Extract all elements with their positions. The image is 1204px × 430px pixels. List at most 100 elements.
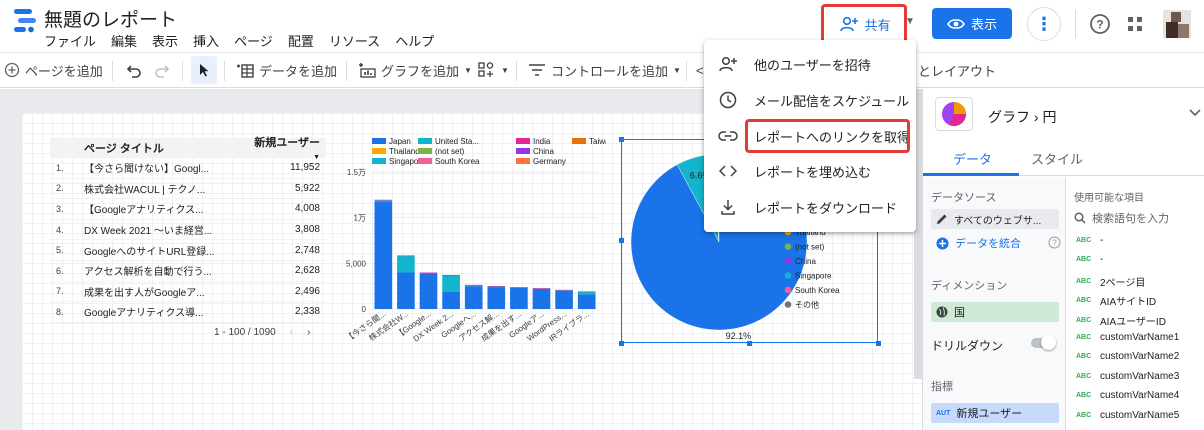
- table-row[interactable]: 7. 成果を出す人がGoogleア... 2,496: [50, 282, 326, 303]
- more-options-icon[interactable]: ⋮: [1027, 7, 1061, 41]
- bar-segment[interactable]: [374, 199, 393, 201]
- report-title[interactable]: 無題のレポート: [44, 5, 177, 32]
- menu-view[interactable]: 表示: [152, 31, 178, 50]
- table-row[interactable]: 8. Googleアナリティクス導... 2,338: [50, 302, 326, 323]
- stacked-bar-chart[interactable]: Japan United Sta... India Taiwan Thailand (no…: [336, 134, 606, 344]
- available-field-item[interactable]: ABC 2ページ目: [1076, 274, 1145, 289]
- bar-segment[interactable]: [510, 287, 528, 309]
- panel-collapse-icon[interactable]: [1189, 105, 1201, 120]
- table-row[interactable]: 3. 【Googleアナリティクス... 4,008: [50, 199, 326, 220]
- undo-button[interactable]: [126, 53, 142, 87]
- field-name: -: [1100, 235, 1104, 246]
- menu-page[interactable]: ページ: [234, 31, 273, 50]
- drilldown-toggle[interactable]: [1031, 335, 1056, 350]
- share-dropdown-arrow-icon[interactable]: ▼: [905, 16, 915, 27]
- bar-segment[interactable]: [374, 201, 393, 309]
- field-search-input[interactable]: 検索語句を入力: [1074, 207, 1202, 229]
- row-page-title: DX Week 2021 〜いま経営...: [84, 226, 213, 238]
- y-tick-label: 5,000: [346, 259, 367, 268]
- bar-segment[interactable]: [464, 284, 483, 286]
- available-field-item[interactable]: ABC customVarName3: [1076, 371, 1179, 382]
- bar-segment[interactable]: [397, 272, 415, 309]
- bar-segment[interactable]: [419, 272, 438, 274]
- bar-segment[interactable]: [555, 289, 573, 291]
- menu-invite-users[interactable]: 他のユーザーを招待: [704, 47, 916, 81]
- select-tool-button[interactable]: [191, 56, 217, 84]
- available-field-item[interactable]: ABC AIAユーザーID: [1076, 313, 1166, 328]
- menu-insert[interactable]: 挿入: [193, 31, 219, 50]
- menu-resource[interactable]: リソース: [329, 31, 380, 50]
- code-embed-toolbar-button[interactable]: <: [696, 53, 704, 87]
- bar-segment[interactable]: [374, 200, 393, 202]
- data-source-label: データソース: [931, 192, 997, 204]
- bar-segment[interactable]: [442, 274, 460, 276]
- legend-dot: [784, 243, 792, 250]
- menu-arrange[interactable]: 配置: [288, 31, 314, 50]
- app-root: 無題のレポート ファイル 編集 表示 挿入 ページ 配置 リソース ヘルプ 共有…: [0, 0, 1204, 430]
- available-field-item[interactable]: ABC customVarName5: [1076, 410, 1179, 421]
- tab-style[interactable]: スタイル: [1031, 140, 1083, 176]
- metric-chip[interactable]: AUT 新規ユーザー: [931, 403, 1059, 423]
- bar-segment[interactable]: [555, 290, 573, 309]
- legend-label: Thailand: [389, 147, 420, 156]
- menu-schedule-email[interactable]: メール配信をスケジュール: [704, 83, 916, 117]
- available-field-item[interactable]: ABC customVarName1: [1076, 332, 1179, 343]
- bar-segment[interactable]: [532, 288, 551, 309]
- table-row[interactable]: 4. DX Week 2021 〜いま経営... 3,808: [50, 220, 326, 241]
- apps-grid-icon[interactable]: [1127, 16, 1143, 32]
- bar-segment[interactable]: [532, 288, 551, 289]
- pagination-next-icon[interactable]: ›: [307, 327, 310, 338]
- table-row[interactable]: 2. 株式会社WACUL | テクノ... 5,922: [50, 179, 326, 200]
- bar-segment[interactable]: [442, 275, 460, 292]
- tab-data[interactable]: データ: [953, 140, 992, 176]
- row-page-title: GoogleへのサイトURL登録...: [84, 246, 215, 258]
- redo-button[interactable]: [154, 53, 170, 87]
- view-button[interactable]: 表示: [932, 8, 1012, 39]
- bar-segment[interactable]: [487, 285, 506, 287]
- dimension-chip[interactable]: 国: [931, 302, 1059, 322]
- blend-data-button[interactable]: データを統合: [931, 233, 1059, 253]
- menu-help[interactable]: ヘルプ: [395, 31, 434, 50]
- table-col-new-users[interactable]: 新規ユーザー ▼: [254, 134, 324, 162]
- add-page-button[interactable]: ページを追加: [4, 53, 103, 87]
- bar-segment[interactable]: [397, 256, 415, 273]
- available-field-item[interactable]: ABC customVarName4: [1076, 390, 1179, 401]
- bar-segment[interactable]: [419, 273, 438, 309]
- legend-swatch: [372, 158, 386, 164]
- theme-layout-button[interactable]: とレイアウト: [918, 53, 996, 87]
- legend-label: Germany: [533, 157, 566, 166]
- menu-edit[interactable]: 編集: [111, 31, 137, 50]
- bar-segment[interactable]: [487, 287, 506, 309]
- bar-segment[interactable]: [577, 294, 596, 309]
- pagination-prev-icon[interactable]: ‹: [290, 327, 293, 338]
- available-field-item[interactable]: ABC -: [1076, 254, 1103, 265]
- available-field-item[interactable]: ABC AIAサイトID: [1076, 293, 1156, 308]
- drilldown-label: ドリルダウン: [931, 339, 1004, 353]
- bar-segment[interactable]: [464, 286, 483, 309]
- available-field-item[interactable]: ABC customVarName2: [1076, 351, 1179, 362]
- data-source-chip[interactable]: すべてのウェブサ...: [931, 209, 1059, 229]
- add-chart-label: グラフを追加: [381, 63, 460, 79]
- bar-segment[interactable]: [442, 291, 460, 309]
- chart-type-picker[interactable]: [935, 97, 973, 131]
- add-chart-button[interactable]: グラフを追加 ▼: [358, 53, 472, 87]
- available-field-item[interactable]: ABC -: [1076, 235, 1103, 246]
- table-row[interactable]: 5. GoogleへのサイトURL登録... 2,748: [50, 240, 326, 261]
- table-header: ページ タイトル 新規ユーザー ▼: [50, 137, 326, 161]
- avatar[interactable]: [1163, 10, 1191, 38]
- table-col-page-title[interactable]: ページ タイトル: [84, 140, 254, 156]
- help-icon[interactable]: ?: [1048, 236, 1061, 249]
- add-data-button[interactable]: データを追加: [236, 53, 337, 87]
- community-viz-button[interactable]: ▼: [478, 53, 509, 87]
- table-row[interactable]: 6. アクセス解析を自動で行う... 2,628: [50, 261, 326, 282]
- data-table[interactable]: ページ タイトル 新規ユーザー ▼ 1. 【今さら聞けない】Googl... 11,…: [50, 137, 326, 323]
- menu-file[interactable]: ファイル: [44, 31, 96, 50]
- bar-segment[interactable]: [577, 291, 596, 293]
- add-chart-dropdown-icon: ▼: [464, 65, 472, 75]
- add-control-button[interactable]: コントロールを追加 ▼: [528, 53, 681, 87]
- help-icon[interactable]: ?: [1089, 13, 1111, 35]
- menu-embed-report[interactable]: レポートを埋め込む: [704, 154, 916, 188]
- bar-segment[interactable]: [510, 287, 528, 288]
- bar-segment[interactable]: [397, 255, 415, 257]
- menu-download-report[interactable]: レポートをダウンロード: [704, 190, 916, 224]
